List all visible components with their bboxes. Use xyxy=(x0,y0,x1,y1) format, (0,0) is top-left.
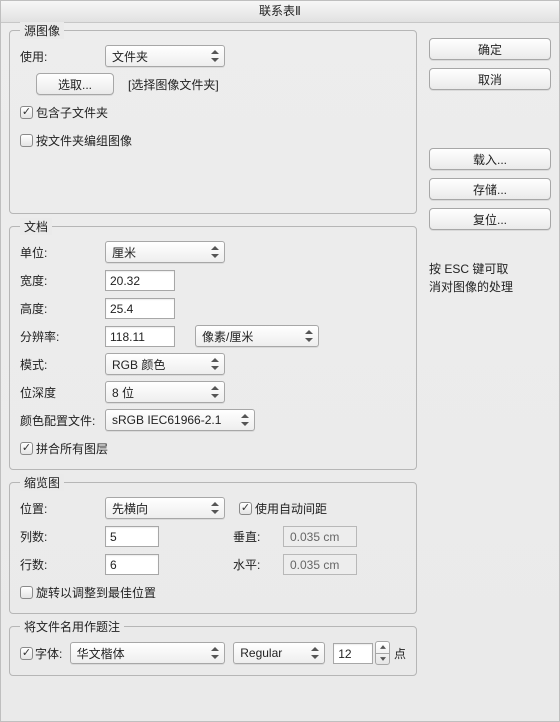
input-width[interactable]: 20.32 xyxy=(105,270,175,291)
stepper-down[interactable] xyxy=(376,653,389,665)
chevron-up-down-icon xyxy=(304,330,314,342)
checkbox-include-subfolders[interactable]: 包含子文件夹 xyxy=(20,104,108,121)
browse-button[interactable]: 选取... xyxy=(36,73,114,95)
input-font-size[interactable]: 12 xyxy=(333,643,373,664)
label-horizontal: 水平: xyxy=(233,556,283,573)
label-profile: 颜色配置文件: xyxy=(20,412,105,429)
store-button[interactable]: 存储... xyxy=(429,178,551,200)
group-document: 文档 单位: 厘米 宽度: 20.32 高度: 25.4 xyxy=(9,226,417,470)
select-font-style[interactable]: Regular xyxy=(233,642,325,664)
reset-button[interactable]: 复位... xyxy=(429,208,551,230)
checkbox-icon xyxy=(20,134,33,147)
cancel-button[interactable]: 取消 xyxy=(429,68,551,90)
checkbox-icon xyxy=(239,502,252,515)
stepper-font-size[interactable] xyxy=(375,641,390,665)
select-resolution-unit[interactable]: 像素/厘米 xyxy=(195,325,319,347)
select-unit[interactable]: 厘米 xyxy=(105,241,225,263)
checkbox-icon xyxy=(20,586,33,599)
checkbox-group-by-folder[interactable]: 按文件夹编组图像 xyxy=(20,132,132,149)
readout-vertical: 0.035 cm xyxy=(283,526,357,547)
input-height[interactable]: 25.4 xyxy=(105,298,175,319)
select-mode[interactable]: RGB 颜色 xyxy=(105,353,225,375)
checkbox-icon xyxy=(20,647,33,660)
group-source-images: 源图像 使用: 文件夹 选取... [选择图像文件夹] xyxy=(9,30,417,214)
chevron-up-down-icon xyxy=(210,386,220,398)
label-width: 宽度: xyxy=(20,272,105,289)
chevron-up-down-icon xyxy=(210,358,220,370)
checkbox-auto-spacing[interactable]: 使用自动间距 xyxy=(239,500,327,517)
label-rows: 行数: xyxy=(20,556,105,573)
chevron-up-down-icon xyxy=(210,50,220,62)
select-bitdepth[interactable]: 8 位 xyxy=(105,381,225,403)
label-vertical: 垂直: xyxy=(233,528,283,545)
label-placement: 位置: xyxy=(20,500,105,517)
label-mode: 模式: xyxy=(20,356,105,373)
group-caption: 将文件名用作题注 字体: 华文楷体 Regular 12 xyxy=(9,626,417,676)
chevron-up-down-icon xyxy=(240,414,250,426)
chevron-up-down-icon xyxy=(310,647,320,659)
load-button[interactable]: 载入... xyxy=(429,148,551,170)
label-bitdepth: 位深度 xyxy=(20,384,105,401)
label-height: 高度: xyxy=(20,300,105,317)
browse-hint: [选择图像文件夹] xyxy=(128,76,219,93)
chevron-up-down-icon xyxy=(210,647,220,659)
label-columns: 列数: xyxy=(20,528,105,545)
chevron-up-down-icon xyxy=(210,246,220,258)
label-unit: 单位: xyxy=(20,244,105,261)
label-font: 字体: xyxy=(35,645,70,662)
select-font[interactable]: 华文楷体 xyxy=(70,642,226,664)
label-points: 点 xyxy=(394,645,406,662)
input-resolution[interactable]: 118.11 xyxy=(105,326,175,347)
legend-caption: 将文件名用作题注 xyxy=(20,618,124,635)
legend-thumbnails: 缩览图 xyxy=(20,474,64,491)
input-columns[interactable]: 5 xyxy=(105,526,159,547)
legend-document: 文档 xyxy=(20,218,52,235)
window-title: 联系表Ⅱ xyxy=(1,1,559,23)
select-profile[interactable]: sRGB IEC61966-2.1 xyxy=(105,409,255,431)
checkbox-flatten[interactable]: 拼合所有图层 xyxy=(20,440,108,457)
checkbox-rotate-best-fit[interactable]: 旋转以调整到最佳位置 xyxy=(20,584,156,601)
group-thumbnails: 缩览图 位置: 先横向 使用自动间距 列数: 5 垂 xyxy=(9,482,417,614)
checkbox-icon xyxy=(20,442,33,455)
dialog-window: 联系表Ⅱ 源图像 使用: 文件夹 选取... [选择图像文件夹] xyxy=(0,0,560,722)
chevron-up-down-icon xyxy=(210,502,220,514)
ok-button[interactable]: 确定 xyxy=(429,38,551,60)
checkbox-icon xyxy=(20,106,33,119)
checkbox-caption-enable[interactable] xyxy=(20,647,33,660)
esc-hint: 按 ESC 键可取 消对图像的处理 xyxy=(429,260,551,296)
label-use: 使用: xyxy=(20,48,105,65)
legend-source: 源图像 xyxy=(20,22,64,39)
input-rows[interactable]: 6 xyxy=(105,554,159,575)
stepper-up[interactable] xyxy=(376,642,389,653)
readout-horizontal: 0.035 cm xyxy=(283,554,357,575)
select-placement[interactable]: 先横向 xyxy=(105,497,225,519)
label-resolution: 分辨率: xyxy=(20,328,105,345)
select-use[interactable]: 文件夹 xyxy=(105,45,225,67)
